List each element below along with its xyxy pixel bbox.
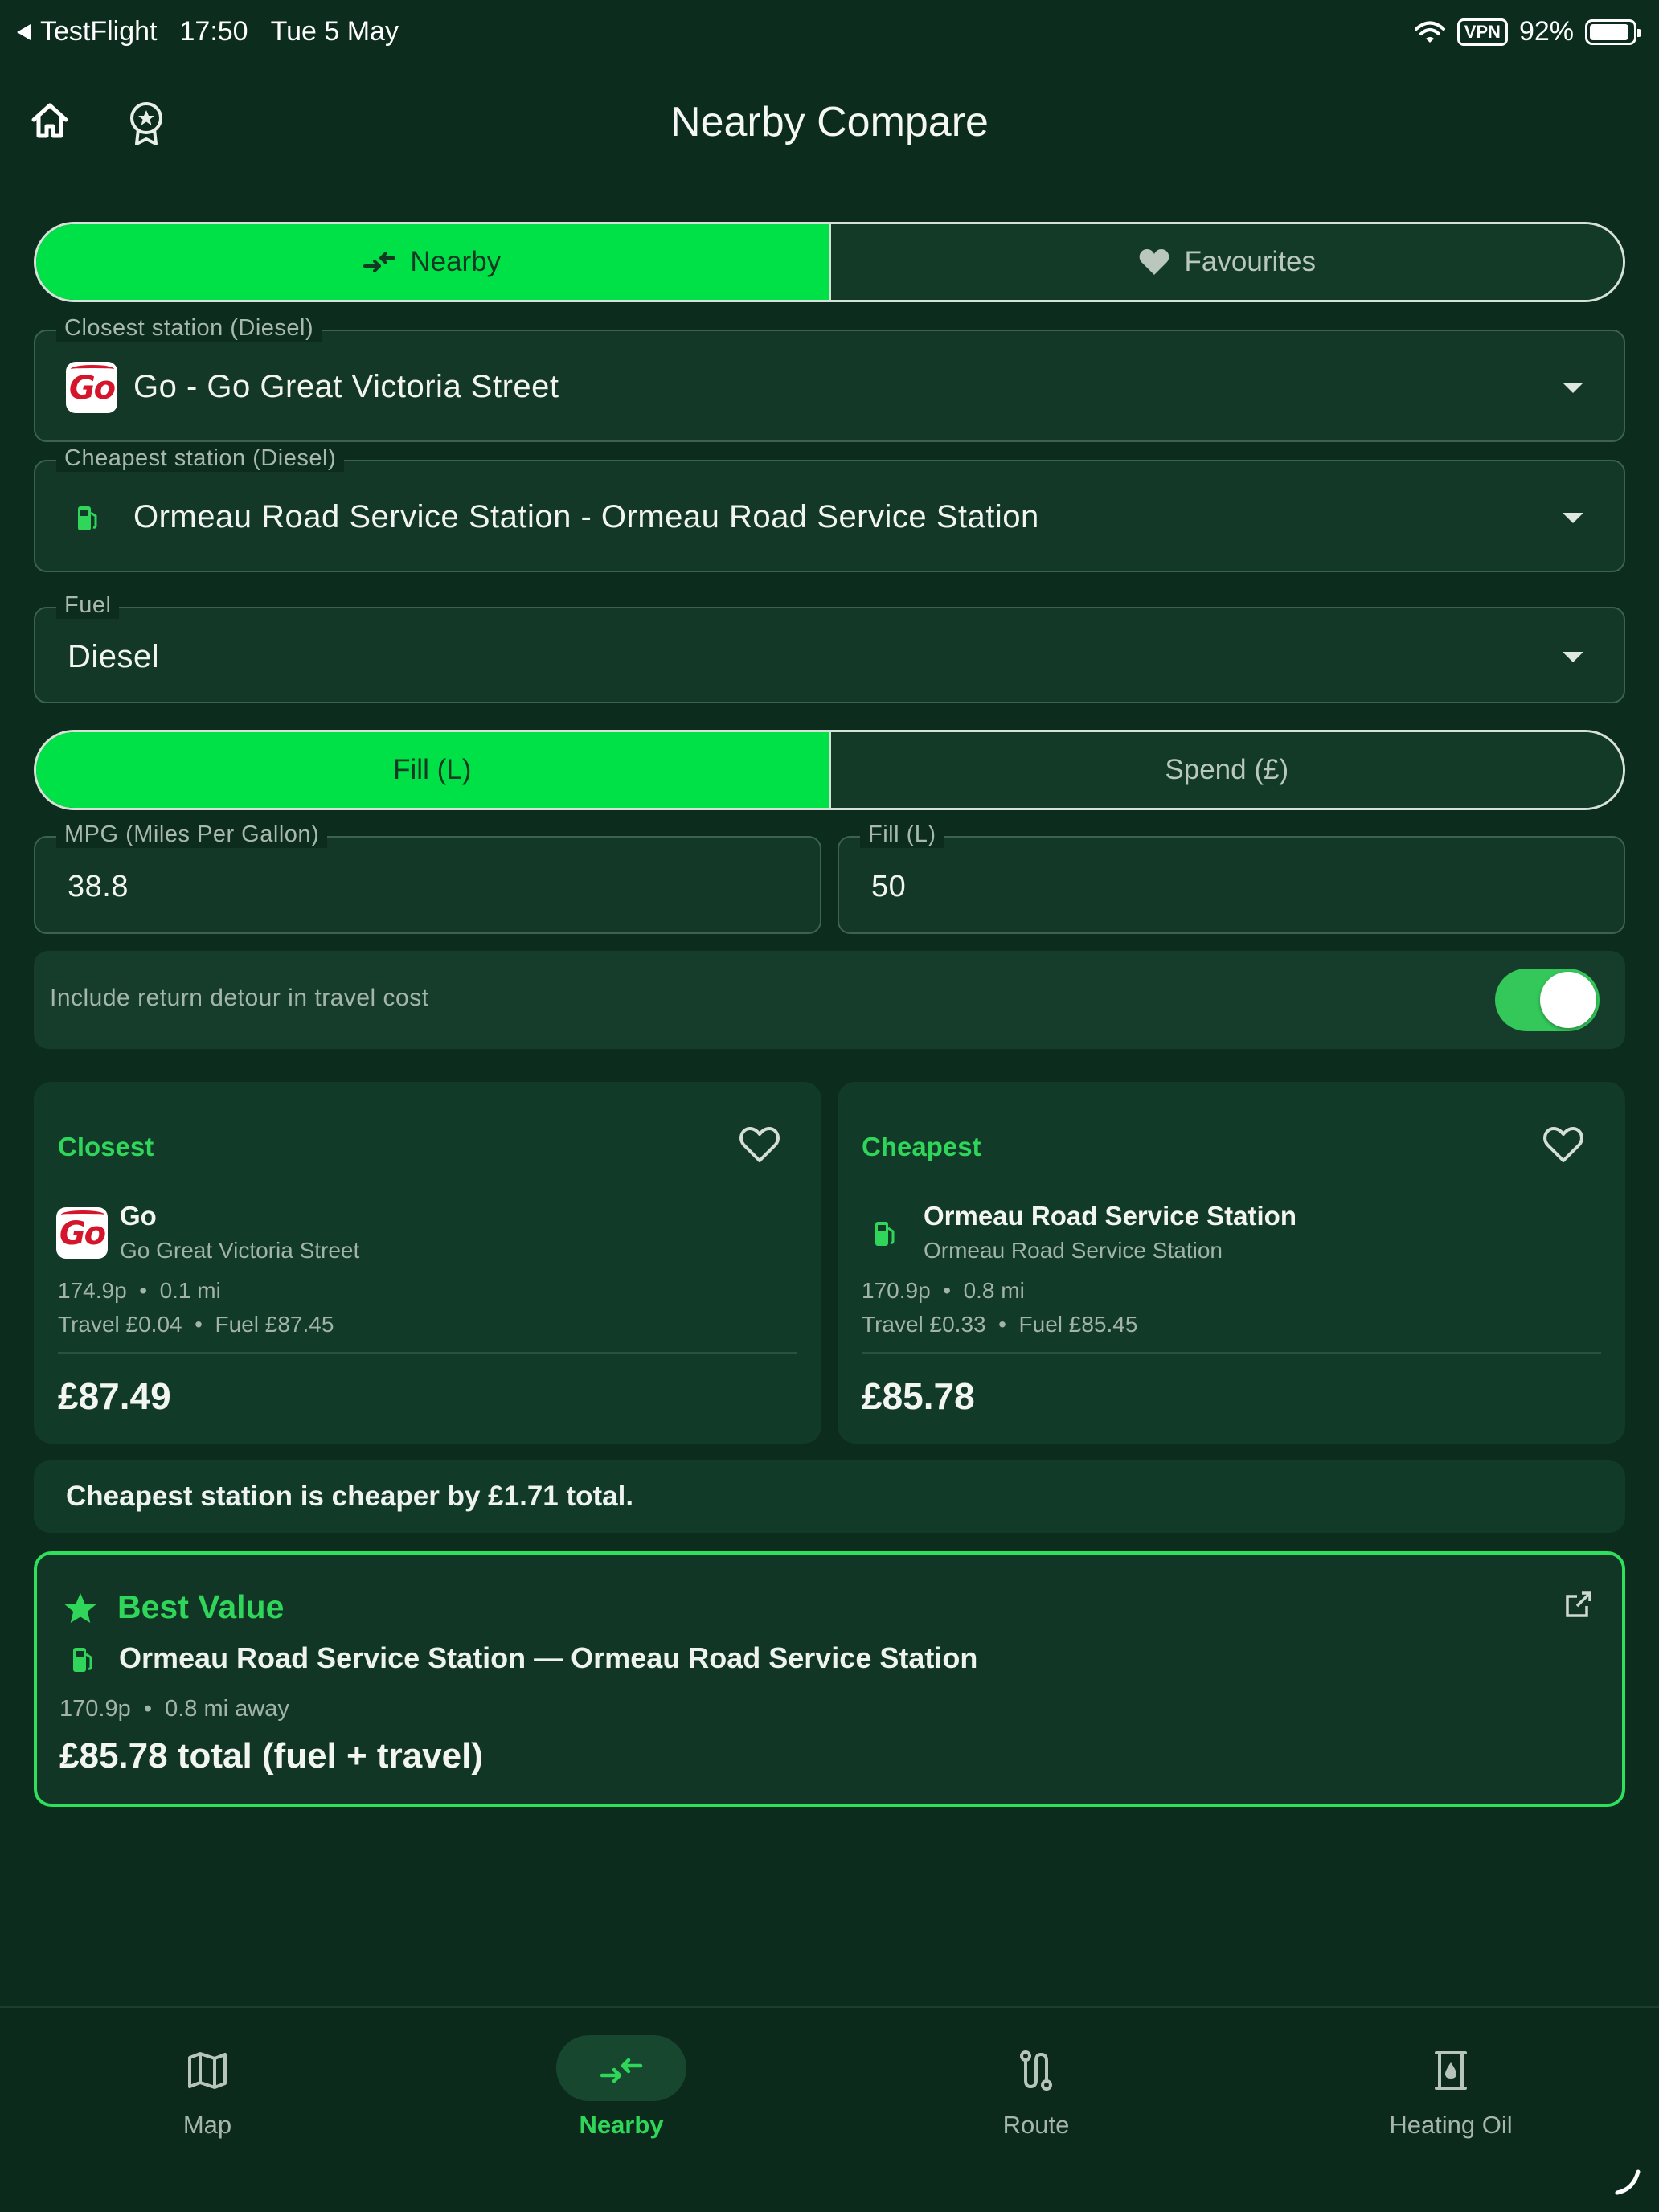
status-bar: TestFlight 17:50 Tue 5 May VPN 92% (0, 0, 1659, 68)
card-price-distance: 174.9p • 0.1 mi (58, 1278, 221, 1303)
tab-nearby[interactable]: Nearby (36, 224, 829, 300)
heart-icon (1139, 249, 1169, 275)
card-kind-label: Closest (58, 1132, 154, 1161)
nav-map-label: Map (182, 2111, 232, 2139)
card-station: Go Great Victoria Street (120, 1238, 360, 1263)
tab-fill[interactable]: Fill (L) (36, 732, 829, 808)
cheapest-station-value: Ormeau Road Service Station - Ormeau Roa… (133, 499, 1039, 535)
fill-litres-label: Fill (L) (860, 821, 944, 848)
route-icon (1020, 2050, 1052, 2091)
open-external-icon[interactable] (1564, 1590, 1593, 1619)
savings-banner: Cheapest station is cheaper by £1.71 tot… (34, 1460, 1625, 1533)
tab-favourites-label: Favourites (1184, 246, 1316, 277)
best-value-price-distance: 170.9p • 0.8 mi away (59, 1696, 289, 1722)
mode-tabs: Nearby Favourites (34, 222, 1625, 302)
status-time: 17:50 (179, 16, 248, 47)
fill-litres-value: 50 (871, 870, 907, 903)
closest-station-value: Go - Go Great Victoria Street (133, 369, 559, 404)
compare-arrows-icon (363, 252, 396, 272)
nav-route-label: Route (1002, 2111, 1070, 2139)
chevron-down-icon (1563, 652, 1583, 662)
wifi-icon (1414, 21, 1445, 43)
card-brand: Go (120, 1201, 157, 1231)
card-brand: Ormeau Road Service Station (924, 1201, 1296, 1231)
tab-favourites[interactable]: Favourites (828, 224, 1623, 300)
nav-map[interactable]: Map (78, 2035, 319, 2164)
page-title: Nearby Compare (670, 99, 989, 145)
card-cost-breakdown: Travel £0.04 • Fuel £87.45 (58, 1312, 334, 1337)
fuel-select[interactable]: Fuel Diesel (34, 592, 1625, 703)
tab-spend[interactable]: Spend (£) (828, 732, 1623, 808)
best-value-card[interactable]: Best Value Ormeau Road Service Station —… (34, 1551, 1625, 1807)
card-total: £85.78 (862, 1375, 975, 1417)
mpg-label: MPG (Miles Per Gallon) (56, 821, 328, 848)
mpg-input[interactable]: MPG (Miles Per Gallon) 38.8 (34, 821, 821, 934)
cheapest-station-select[interactable]: Cheapest station (Diesel) Ormeau Road Se… (34, 445, 1625, 572)
fuel-pump-icon (73, 1648, 92, 1672)
status-date: Tue 5 May (270, 16, 399, 47)
fill-litres-input[interactable]: Fill (L) 50 (838, 821, 1625, 934)
return-detour-toggle[interactable] (1495, 969, 1600, 1031)
cheapest-card[interactable]: Cheapest Ormeau Road Service Station Orm… (838, 1082, 1625, 1444)
card-station: Ormeau Road Service Station (924, 1238, 1223, 1263)
card-kind-label: Cheapest (862, 1132, 981, 1161)
fuel-label: Fuel (56, 592, 120, 619)
back-app-label: TestFlight (40, 16, 158, 47)
back-triangle-icon (17, 23, 31, 40)
return-detour-row: Include return detour in travel cost (34, 951, 1625, 1049)
card-total: £87.49 (58, 1375, 171, 1417)
nav-heating-oil[interactable]: Heating Oil (1321, 2035, 1563, 2164)
best-value-station: Ormeau Road Service Station — Ormeau Roa… (119, 1641, 978, 1674)
star-icon (64, 1593, 96, 1623)
chevron-down-icon (1563, 513, 1583, 523)
best-value-total: £85.78 total (fuel + travel) (59, 1736, 483, 1776)
fuel-pump-icon (78, 506, 97, 530)
amount-mode-tabs: Fill (L) Spend (£) (34, 730, 1625, 810)
savings-text: Cheapest station is cheaper by £1.71 tot… (66, 1481, 634, 1512)
closest-station-label: Closest station (Diesel) (56, 315, 322, 342)
tab-spend-label: Spend (£) (1165, 754, 1289, 785)
vpn-badge: VPN (1456, 18, 1508, 46)
closest-station-select[interactable]: Closest station (Diesel) Go Go - Go Grea… (34, 315, 1625, 442)
nav-route[interactable]: Route (907, 2035, 1148, 2164)
chevron-down-icon (1563, 383, 1583, 393)
cheapest-station-label: Cheapest station (Diesel) (56, 445, 345, 472)
nav-nearby-label: Nearby (579, 2111, 664, 2139)
loading-indicator-icon (1615, 2169, 1641, 2195)
battery-icon (1585, 18, 1641, 45)
compare-arrows-icon (600, 2058, 643, 2083)
tab-fill-label: Fill (L) (393, 754, 472, 785)
favourite-heart-icon[interactable] (738, 1125, 781, 1164)
favourite-heart-icon[interactable] (1542, 1125, 1585, 1164)
best-value-title: Best Value (117, 1588, 285, 1625)
fuel-pump-icon (875, 1222, 895, 1246)
go-brand-logo: Go (56, 1207, 108, 1259)
go-brand-logo: Go (66, 362, 117, 413)
bottom-navigation: Map Nearby Route Heating Oil (0, 2006, 1659, 2212)
mpg-value: 38.8 (68, 870, 129, 903)
nav-heating-oil-label: Heating Oil (1389, 2111, 1513, 2139)
card-cost-breakdown: Travel £0.33 • Fuel £85.45 (862, 1312, 1138, 1337)
nav-nearby[interactable]: Nearby (492, 2035, 733, 2164)
back-to-app-link[interactable]: TestFlight (14, 16, 158, 47)
tab-nearby-label: Nearby (410, 246, 502, 277)
fuel-value: Diesel (68, 639, 160, 674)
closest-card[interactable]: Closest Go Go Go Great Victoria Street 1… (34, 1082, 821, 1444)
return-detour-label: Include return detour in travel cost (50, 985, 429, 1011)
map-icon (188, 2052, 227, 2089)
card-price-distance: 170.9p • 0.8 mi (862, 1278, 1025, 1303)
battery-percent: 92% (1518, 16, 1574, 47)
oil-tank-icon (1435, 2051, 1467, 2090)
